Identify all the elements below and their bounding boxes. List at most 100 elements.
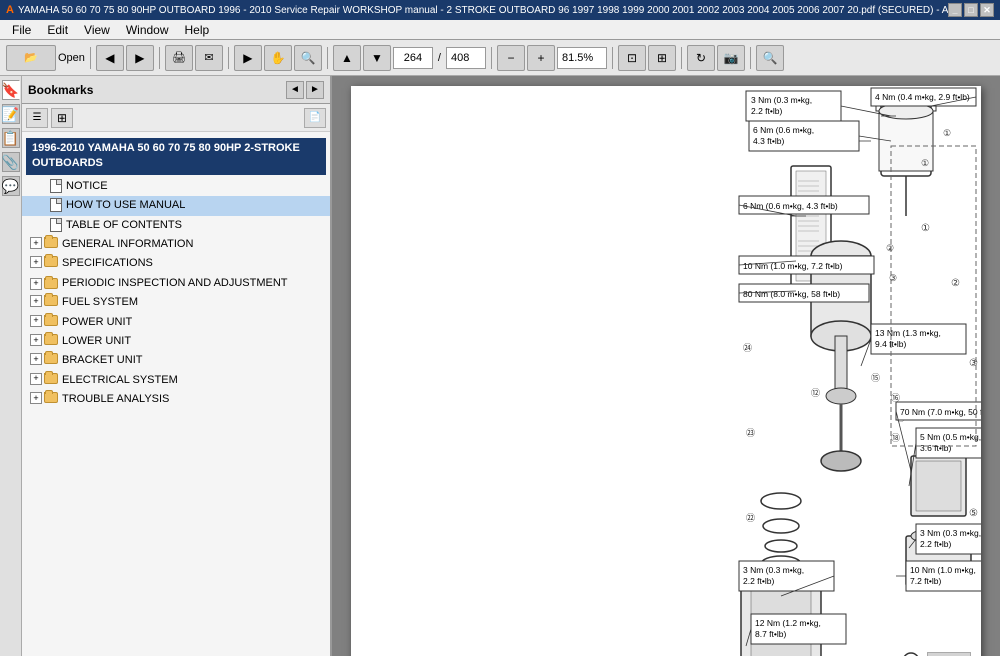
- fuel-expand[interactable]: +: [30, 295, 42, 307]
- fit-width-button[interactable]: ⊞: [648, 45, 676, 71]
- page-number-input[interactable]: [393, 47, 433, 69]
- lower-expand[interactable]: +: [30, 334, 42, 346]
- menu-edit[interactable]: Edit: [39, 21, 76, 39]
- fit-page-button[interactable]: ⊡: [618, 45, 646, 71]
- lower-label: LOWER UNIT: [62, 334, 131, 349]
- bm-search-button[interactable]: 📄: [304, 108, 326, 128]
- svg-text:㉓: ㉓: [746, 428, 755, 438]
- print-button[interactable]: 🖨: [165, 45, 193, 71]
- svg-text:⑮: ⑮: [871, 373, 880, 383]
- bookmark-toc[interactable]: TABLE OF CONTENTS: [22, 216, 330, 235]
- bookmark-fuel[interactable]: + FUEL SYSTEM: [22, 293, 330, 312]
- specs-folder-icon: [44, 256, 58, 267]
- layers-panel-icon[interactable]: 📋: [2, 128, 20, 148]
- menu-file[interactable]: File: [4, 21, 39, 39]
- power-label: POWER UNIT: [62, 315, 132, 330]
- svg-text:3 Nm (0.3 m•kg,: 3 Nm (0.3 m•kg,: [743, 565, 804, 575]
- bookmarks-panel-icon[interactable]: 🔖: [2, 80, 20, 100]
- trouble-expand[interactable]: +: [30, 392, 42, 404]
- bookmark-periodic[interactable]: + PERIODIC INSPECTION AND ADJUSTMENT: [22, 274, 330, 293]
- power-expand[interactable]: +: [30, 315, 42, 327]
- svg-text:4 Nm (0.4 m•kg, 2.9 ft•lb): 4 Nm (0.4 m•kg, 2.9 ft•lb): [875, 92, 970, 102]
- periodic-folder-icon: [44, 278, 58, 289]
- svg-text:10 Nm (1.0 m•kg, 7.2 ft•lb): 10 Nm (1.0 m•kg, 7.2 ft•lb): [743, 261, 843, 271]
- fuel-folder-icon: [44, 295, 58, 306]
- panel-next-button[interactable]: ►: [306, 81, 324, 99]
- svg-text:12 Nm (1.2 m•kg,: 12 Nm (1.2 m•kg,: [755, 618, 821, 628]
- email-button[interactable]: ✉: [195, 45, 223, 71]
- title-text: YAMAHA 50 60 70 75 80 90HP OUTBOARD 1996…: [18, 5, 948, 16]
- how-to-use-label: HOW TO USE MANUAL: [66, 198, 185, 213]
- bookmark-specs[interactable]: + SPECIFICATIONS: [22, 254, 330, 273]
- sidebar-icons: 🔖 📝 📋 📎 💬: [0, 76, 22, 656]
- separator-2: [159, 47, 160, 69]
- trouble-label: TROUBLE ANALYSIS: [62, 392, 169, 407]
- menu-help[interactable]: Help: [177, 21, 218, 39]
- zoom-out-button[interactable]: −: [497, 45, 525, 71]
- hand-button[interactable]: ✋: [264, 45, 292, 71]
- prev-page-button[interactable]: ▲: [333, 45, 361, 71]
- general-info-label: GENERAL INFORMATION: [62, 237, 193, 252]
- bookmarks-toolbar: ☰ ⊞ 📄: [22, 104, 330, 132]
- separator-1: [90, 47, 91, 69]
- comments-panel-icon[interactable]: 💬: [2, 176, 20, 196]
- bookmark-general-info[interactable]: + GENERAL INFORMATION: [22, 235, 330, 254]
- toc-label: TABLE OF CONTENTS: [66, 218, 182, 233]
- forward-button[interactable]: ▶: [126, 45, 154, 71]
- svg-text:②: ②: [886, 243, 894, 253]
- bookmark-bracket[interactable]: + BRACKET UNIT: [22, 351, 330, 370]
- close-button[interactable]: ✕: [980, 3, 994, 17]
- svg-text:6 Nm (0.6 m•kg,: 6 Nm (0.6 m•kg,: [753, 125, 814, 135]
- specs-expand[interactable]: +: [30, 256, 42, 268]
- bm-options-button[interactable]: ☰: [26, 108, 48, 128]
- bookmark-notice[interactable]: NOTICE: [22, 177, 330, 196]
- svg-text:㉒: ㉒: [746, 513, 755, 523]
- notice-doc-icon: [50, 179, 62, 193]
- trouble-folder-icon: [44, 392, 58, 403]
- electrical-expand[interactable]: +: [30, 373, 42, 385]
- zoom-button[interactable]: 🔍: [294, 45, 322, 71]
- bm-view-button[interactable]: ⊞: [51, 108, 73, 128]
- rotate-button[interactable]: ↻: [687, 45, 715, 71]
- next-page-button[interactable]: ▼: [363, 45, 391, 71]
- svg-text:2.2 ft•lb): 2.2 ft•lb): [920, 539, 951, 549]
- snapshot-button[interactable]: 📷: [717, 45, 745, 71]
- page-separator: /: [438, 52, 441, 64]
- bookmark-electrical[interactable]: + ELECTRICAL SYSTEM: [22, 371, 330, 390]
- total-pages: 408: [446, 47, 486, 69]
- signatures-panel-icon[interactable]: 📝: [2, 104, 20, 124]
- lower-folder-icon: [44, 334, 58, 345]
- bookmark-how-to-use[interactable]: HOW TO USE MANUAL: [22, 196, 330, 215]
- technical-diagram: ① ② ③ ④ ⑤ ⑥ ⑦ ⑧ ① ⑮ ⑯ ⑰ ⑱ ⑫ ㉔ ㉓ ㉒ FWD: [351, 86, 981, 656]
- app-icon: A: [6, 4, 14, 16]
- svg-text:70 Nm (7.0 m•kg, 50 ft•lb): 70 Nm (7.0 m•kg, 50 ft•lb): [900, 407, 981, 417]
- bookmarks-panel: Bookmarks ◄ ► ☰ ⊞ 📄 1996-2010 YAMAHA 50 …: [22, 76, 332, 656]
- svg-text:80 Nm (8.0 m•kg, 58 ft•lb): 80 Nm (8.0 m•kg, 58 ft•lb): [743, 289, 840, 299]
- svg-text:5 Nm (0.5 m•kg,: 5 Nm (0.5 m•kg,: [920, 432, 981, 442]
- bookmark-trouble[interactable]: + TROUBLE ANALYSIS: [22, 390, 330, 409]
- svg-text:4.3 ft•lb): 4.3 ft•lb): [753, 136, 784, 146]
- back-button[interactable]: ◀: [96, 45, 124, 71]
- menu-window[interactable]: Window: [118, 21, 177, 39]
- open-button[interactable]: 📂: [6, 45, 56, 71]
- general-info-expand[interactable]: +: [30, 237, 42, 249]
- periodic-expand[interactable]: +: [30, 278, 42, 290]
- select-button[interactable]: ▶: [234, 45, 262, 71]
- svg-text:③: ③: [969, 358, 978, 369]
- svg-text:8.7 ft•lb): 8.7 ft•lb): [755, 629, 786, 639]
- bookmark-lower[interactable]: + LOWER UNIT: [22, 332, 330, 351]
- attachments-panel-icon[interactable]: 📎: [2, 152, 20, 172]
- svg-text:6 Nm (0.6 m•kg, 4.3 ft•lb): 6 Nm (0.6 m•kg, 4.3 ft•lb): [743, 201, 838, 211]
- minimize-button[interactable]: _: [948, 3, 962, 17]
- separator-6: [612, 47, 613, 69]
- menu-view[interactable]: View: [76, 21, 118, 39]
- svg-text:10 Nm (1.0 m•kg,: 10 Nm (1.0 m•kg,: [910, 565, 976, 575]
- bracket-expand[interactable]: +: [30, 353, 42, 365]
- zoom-in-button[interactable]: +: [527, 45, 555, 71]
- svg-text:㉔: ㉔: [743, 343, 752, 353]
- panel-prev-button[interactable]: ◄: [286, 81, 304, 99]
- bracket-label: BRACKET UNIT: [62, 353, 142, 368]
- maximize-button[interactable]: □: [964, 3, 978, 17]
- search-button[interactable]: 🔍: [756, 45, 784, 71]
- bookmark-power[interactable]: + POWER UNIT: [22, 313, 330, 332]
